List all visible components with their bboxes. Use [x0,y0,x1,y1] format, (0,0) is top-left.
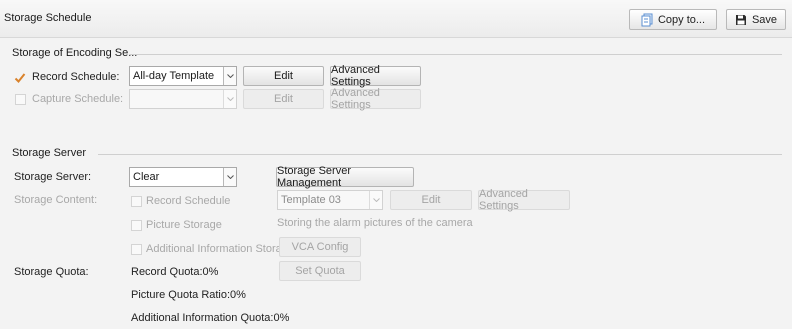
header-bar: Storage Schedule Copy to... Save [0,0,792,38]
storage-server-value: Clear [133,171,160,183]
copy-to-button[interactable]: Copy to... [629,9,717,30]
save-label: Save [751,13,778,26]
storage-server-management-label: Storage Server Management [277,165,351,189]
copy-icon [641,13,653,27]
record-schedule-label: Record Schedule: [32,71,120,83]
set-quota-label: Set Quota [295,265,345,277]
record-template-select[interactable]: All-day Template [129,66,237,86]
record-advanced-settings-label: Advanced Settings [331,64,380,88]
content-template-value: Template 03 [281,194,341,206]
record-advanced-settings-button[interactable]: Advanced Settings [330,64,421,88]
capture-advanced-settings-button[interactable]: Advanced Settings [330,87,421,111]
record-template-value: All-day Template [133,70,215,82]
picture-storage-label: Picture Storage [146,219,222,231]
content-edit-label: Edit [421,194,441,206]
page-title: Storage Schedule [4,12,92,24]
chevron-down-icon [223,90,236,108]
chevron-down-icon [369,191,382,209]
picture-quota-value: Picture Quota Ratio:0% [131,289,246,301]
additional-quota-value: Additional Information Quota:0% [131,312,290,324]
picture-storage-note: Storing the alarm pictures of the camera [277,217,473,229]
storage-content-label: Storage Content: [14,194,98,206]
content-record-schedule-checkbox[interactable] [131,196,142,207]
capture-schedule-checkbox[interactable] [15,94,26,105]
content-advanced-settings-label: Advanced Settings [479,188,528,212]
storage-server-management-button[interactable]: Storage Server Management [276,165,414,189]
capture-edit-label: Edit [274,93,293,105]
encoding-section-title: Storage of Encoding Se... [12,47,138,59]
additional-info-storage-checkbox[interactable] [131,244,142,255]
record-edit-button[interactable]: Edit [243,66,324,86]
chevron-down-icon [223,168,236,186]
capture-schedule-label: Capture Schedule: [32,93,124,105]
checkmark-icon [14,73,26,83]
record-quota-value: Record Quota:0% [131,266,219,278]
capture-edit-button[interactable]: Edit [243,89,324,109]
picture-storage-checkbox[interactable] [131,220,142,231]
additional-info-storage-label: Additional Information Storage [146,243,294,255]
content-advanced-settings-button[interactable]: Advanced Settings [478,188,570,212]
capture-advanced-settings-label: Advanced Settings [331,87,380,111]
main-panel: Storage of Encoding Se... Record Schedul… [0,38,792,329]
content-record-schedule-label: Record Schedule [146,195,231,207]
storage-server-section-title: Storage Server [12,147,86,159]
content-template-select[interactable]: Template 03 [277,190,383,210]
save-button[interactable]: Save [726,9,786,30]
set-quota-button[interactable]: Set Quota [279,261,361,281]
storage-server-label: Storage Server: [14,171,92,183]
storage-server-section-divider [98,154,782,155]
encoding-section-divider [130,54,782,55]
copy-to-label: Copy to... [657,13,706,26]
storage-quota-label: Storage Quota: [14,266,89,278]
content-edit-button[interactable]: Edit [390,190,472,210]
capture-template-select[interactable] [129,89,237,109]
record-schedule-checkbox[interactable] [14,72,26,84]
record-edit-label: Edit [274,70,293,82]
vca-config-button[interactable]: VCA Config [279,237,361,257]
vca-config-label: VCA Config [291,241,349,253]
floppy-disk-icon [735,14,747,26]
storage-server-select[interactable]: Clear [129,167,237,187]
chevron-down-icon [223,67,236,85]
